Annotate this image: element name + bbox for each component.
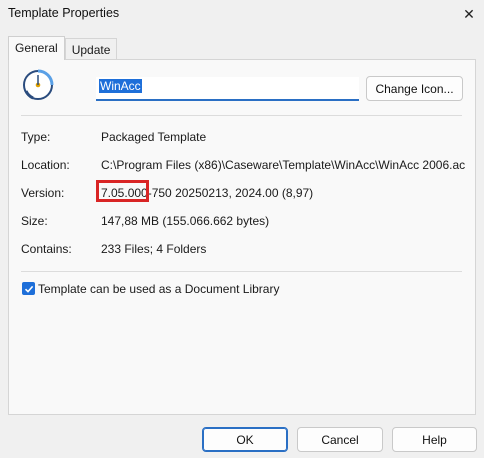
general-tab-panel: WinAcc Change Icon... Type: Packaged Tem… (8, 59, 476, 415)
ok-button[interactable]: OK (202, 427, 288, 452)
contains-label: Contains: (21, 242, 72, 256)
size-label: Size: (21, 214, 48, 228)
help-button[interactable]: Help (392, 427, 477, 452)
document-library-label: Template can be used as a Document Libra… (38, 282, 280, 296)
close-button[interactable]: ✕ (454, 0, 484, 28)
size-value: 147,88 MB (155.066.662 bytes) (101, 214, 270, 228)
cancel-button[interactable]: Cancel (297, 427, 383, 452)
checkmark-icon (24, 285, 33, 293)
template-gauge-icon (23, 69, 54, 100)
close-icon: ✕ (463, 5, 475, 22)
location-value: C:\Program Files (x86)\Caseware\Template… (101, 158, 466, 172)
tab-general[interactable]: General (8, 36, 65, 60)
version-label: Version: (21, 186, 65, 200)
type-label: Type: (21, 130, 51, 144)
separator-bottom (21, 271, 462, 272)
title-bar: Template Properties ✕ (0, 0, 484, 28)
template-name-value: WinAcc (99, 79, 142, 93)
location-label: Location: (21, 158, 70, 172)
window-title: Template Properties (8, 6, 120, 20)
type-value: Packaged Template (101, 130, 207, 144)
tab-strip: General Update (8, 36, 118, 60)
document-library-checkbox[interactable] (22, 282, 35, 295)
template-properties-dialog: Template Properties ✕ General Update Win… (0, 0, 484, 458)
template-name-field[interactable]: WinAcc (96, 77, 359, 101)
tab-update[interactable]: Update (64, 38, 118, 60)
version-highlight-box (96, 180, 149, 202)
separator-top (21, 115, 462, 116)
contains-value: 233 Files; 4 Folders (101, 242, 207, 256)
change-icon-button[interactable]: Change Icon... (366, 76, 463, 101)
